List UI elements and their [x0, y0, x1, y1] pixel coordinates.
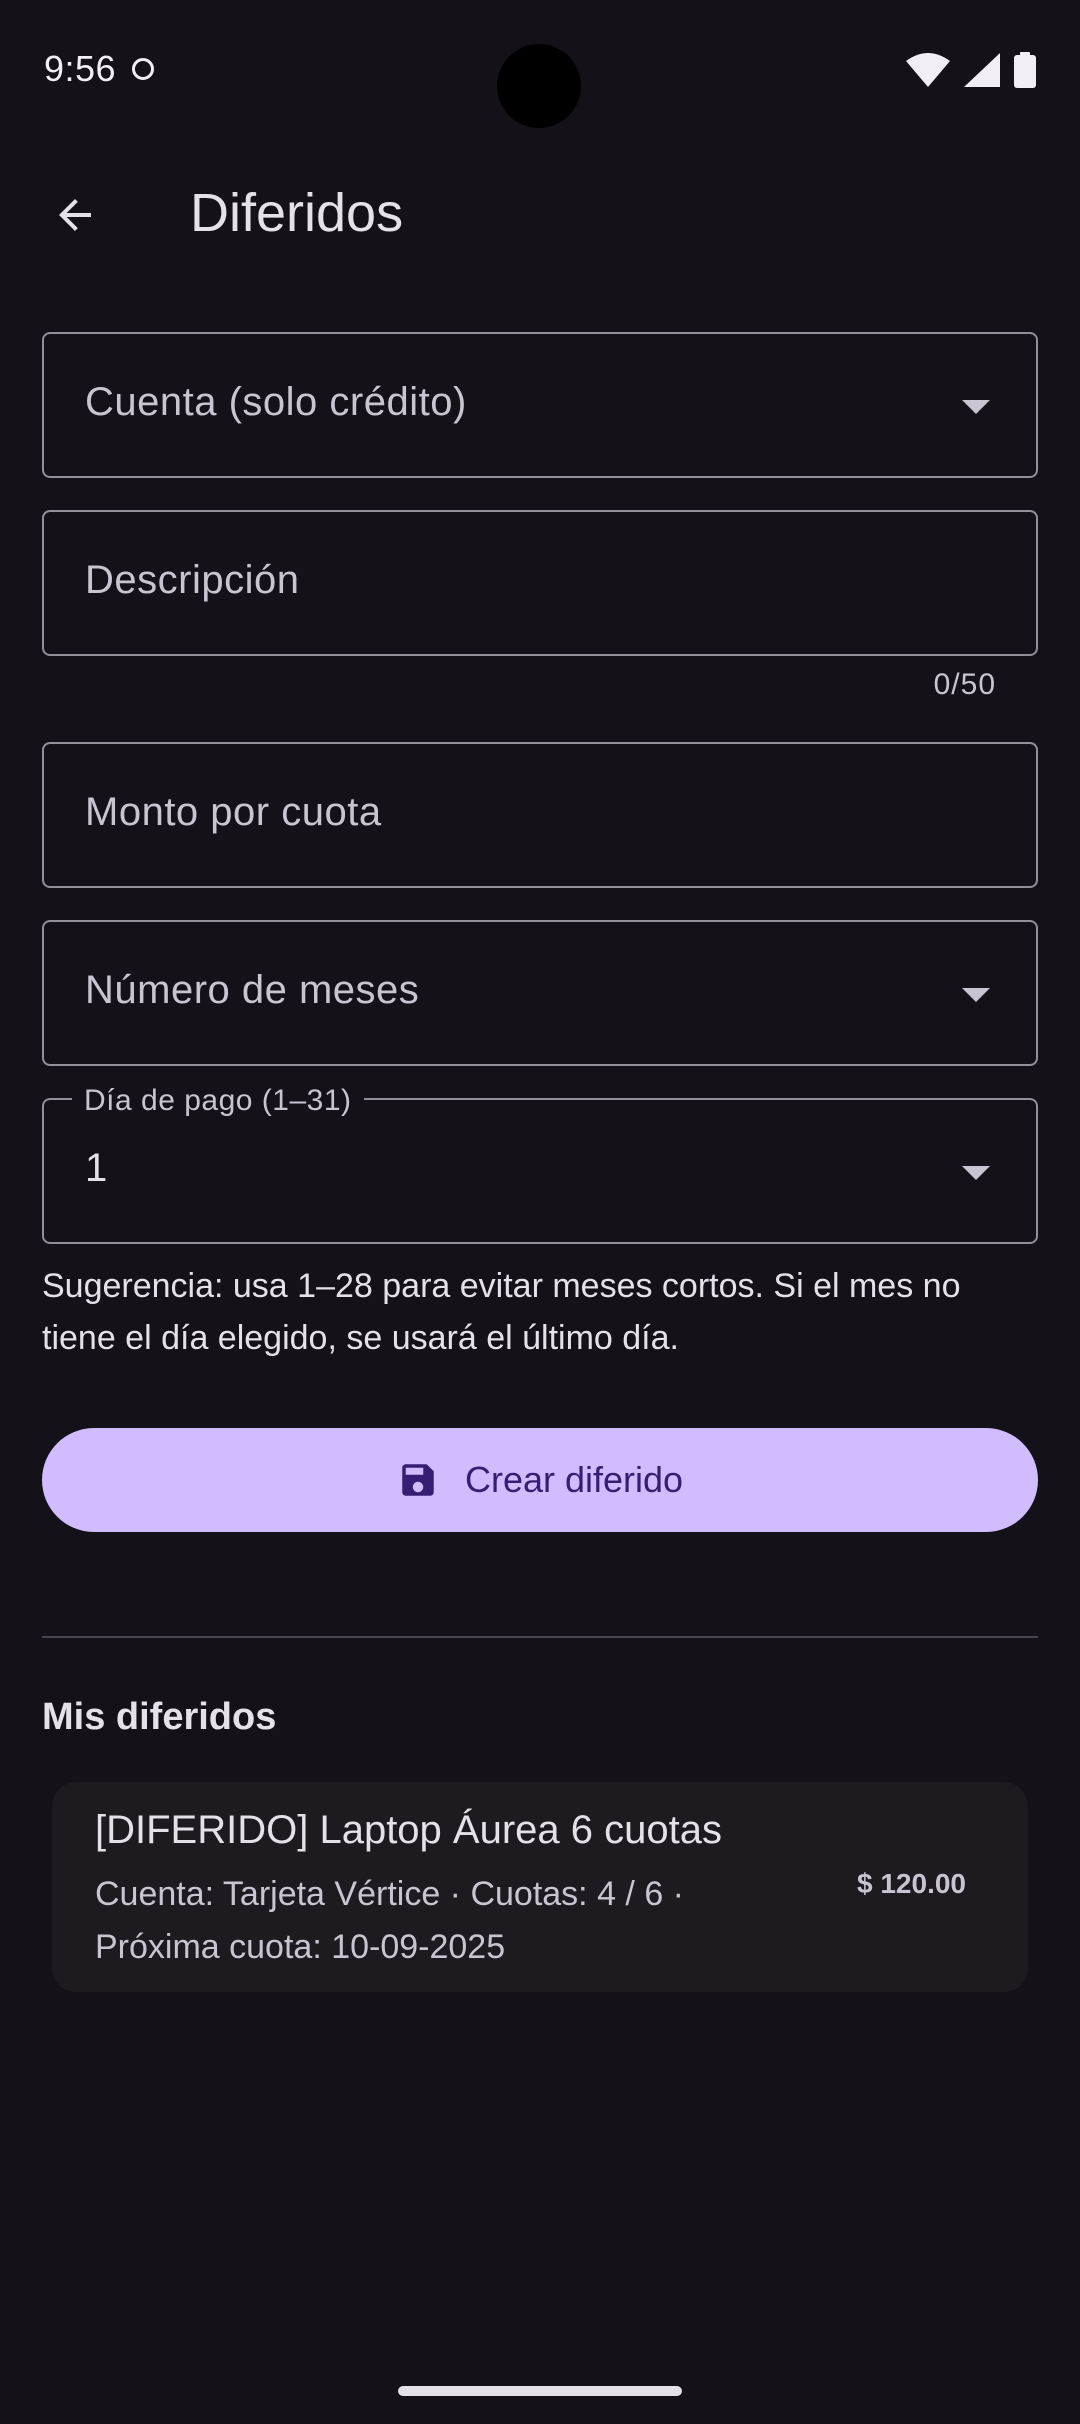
caret-down-icon	[962, 1166, 990, 1180]
status-time: 9:56	[44, 48, 117, 89]
pay-day-dropdown[interactable]: Día de pago (1–31) 1	[42, 1084, 1038, 1244]
signal-icon	[964, 53, 1000, 87]
pay-day-value: 1	[85, 1146, 108, 1190]
wifi-icon	[906, 53, 950, 87]
status-bar: 9:56	[0, 0, 1080, 140]
home-indicator[interactable]	[398, 2386, 682, 2396]
description-input[interactable]: Descripción	[42, 510, 1038, 656]
description-placeholder: Descripción	[85, 558, 300, 602]
arrow-left-icon	[59, 199, 91, 231]
pay-day-hint: Sugerencia: usa 1–28 para evitar meses c…	[42, 1267, 961, 1357]
divider	[42, 1636, 1038, 1638]
account-dropdown-placeholder: Cuenta (solo crédito)	[85, 380, 467, 424]
app-bar: Diferidos	[0, 160, 1080, 270]
caret-down-icon	[962, 988, 990, 1002]
caret-down-icon	[962, 400, 990, 414]
status-icons	[906, 52, 1036, 88]
floppy-disk-icon	[402, 1464, 434, 1496]
account-dropdown[interactable]: Cuenta (solo crédito)	[42, 332, 1038, 478]
create-deferred-button[interactable]: Crear diferido	[42, 1428, 1038, 1532]
my-deferred-heading: Mis diferidos	[42, 1696, 277, 1738]
create-deferred-label: Crear diferido	[464, 1459, 684, 1500]
page-title: Diferidos	[190, 183, 404, 243]
amount-per-installment-input[interactable]: Monto por cuota	[42, 742, 1038, 888]
months-dropdown[interactable]: Número de meses	[42, 920, 1038, 1066]
notification-icon	[132, 58, 154, 80]
deferred-amount: $ 120.00	[857, 1868, 966, 1899]
months-dropdown-placeholder: Número de meses	[85, 968, 420, 1012]
deferred-details: Cuenta: Tarjeta Vértice · Cuotas: 4 / 6 …	[95, 1875, 684, 1966]
description-char-counter: 0/50	[933, 668, 996, 701]
battery-icon	[1014, 52, 1036, 88]
deferred-list-item[interactable]: [DIFERIDO] Laptop Áurea 6 cuotas Cuenta:…	[52, 1782, 1028, 1992]
deferred-title: [DIFERIDO] Laptop Áurea 6 cuotas	[95, 1808, 722, 1852]
camera-cutout	[497, 44, 581, 128]
amount-placeholder: Monto por cuota	[85, 790, 382, 834]
pay-day-label: Día de pago (1–31)	[72, 1084, 364, 1118]
back-button[interactable]	[30, 170, 120, 260]
